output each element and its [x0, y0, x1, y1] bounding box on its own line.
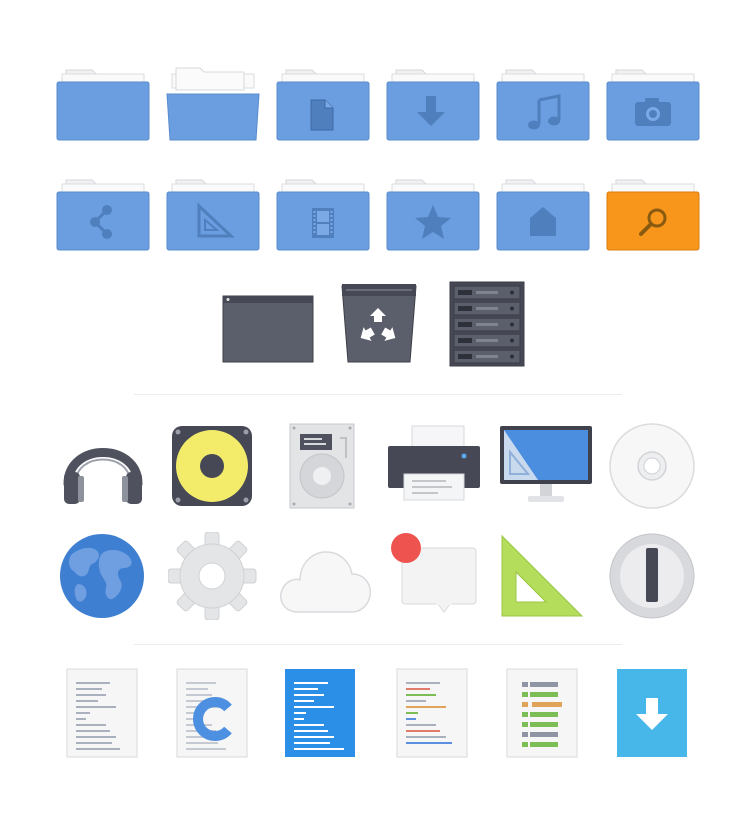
folder-videos-icon[interactable] — [272, 174, 374, 252]
optical-disc-icon[interactable] — [608, 422, 704, 510]
settings-gear-icon[interactable] — [167, 531, 264, 621]
script-document-icon[interactable] — [284, 668, 358, 760]
folder-saved-search-icon[interactable] — [602, 174, 704, 252]
password-keyring-icon[interactable] — [608, 532, 704, 620]
folder-documents-icon[interactable] — [272, 64, 374, 142]
chat-notification-icon[interactable] — [388, 532, 484, 620]
icon-theme-preview — [0, 0, 756, 820]
set-square-icon[interactable] — [498, 532, 594, 620]
c-source-file-icon[interactable] — [176, 668, 250, 760]
outline-document-icon[interactable] — [506, 668, 580, 760]
text-document-icon[interactable] — [66, 668, 140, 760]
hard-drive-icon[interactable] — [278, 422, 374, 510]
section-divider — [134, 394, 622, 395]
notification-badge-count — [391, 536, 421, 560]
folder-home-icon[interactable] — [492, 174, 594, 252]
download-file-icon[interactable] — [616, 668, 690, 760]
source-code-document-icon[interactable] — [396, 668, 470, 760]
printer-icon[interactable] — [388, 422, 484, 510]
folder-open-icon[interactable] — [162, 64, 264, 142]
folder-downloads-icon[interactable] — [382, 64, 484, 142]
folder-favorites-icon[interactable] — [382, 174, 484, 252]
network-server-icon[interactable] — [448, 280, 526, 368]
headphones-icon[interactable] — [58, 422, 154, 510]
desktop-window-icon[interactable] — [220, 292, 316, 366]
speaker-icon[interactable] — [168, 422, 264, 510]
section-divider — [134, 644, 622, 645]
folder-icon[interactable] — [52, 64, 154, 142]
globe-icon[interactable] — [58, 532, 154, 620]
cloud-icon[interactable] — [278, 532, 374, 620]
trash-recycle-icon[interactable] — [340, 280, 418, 366]
folder-share-icon[interactable] — [52, 174, 154, 252]
folder-templates-icon[interactable] — [162, 174, 264, 252]
monitor-icon[interactable] — [498, 422, 594, 510]
folder-music-icon[interactable] — [492, 64, 594, 142]
folder-pictures-icon[interactable] — [602, 64, 704, 142]
